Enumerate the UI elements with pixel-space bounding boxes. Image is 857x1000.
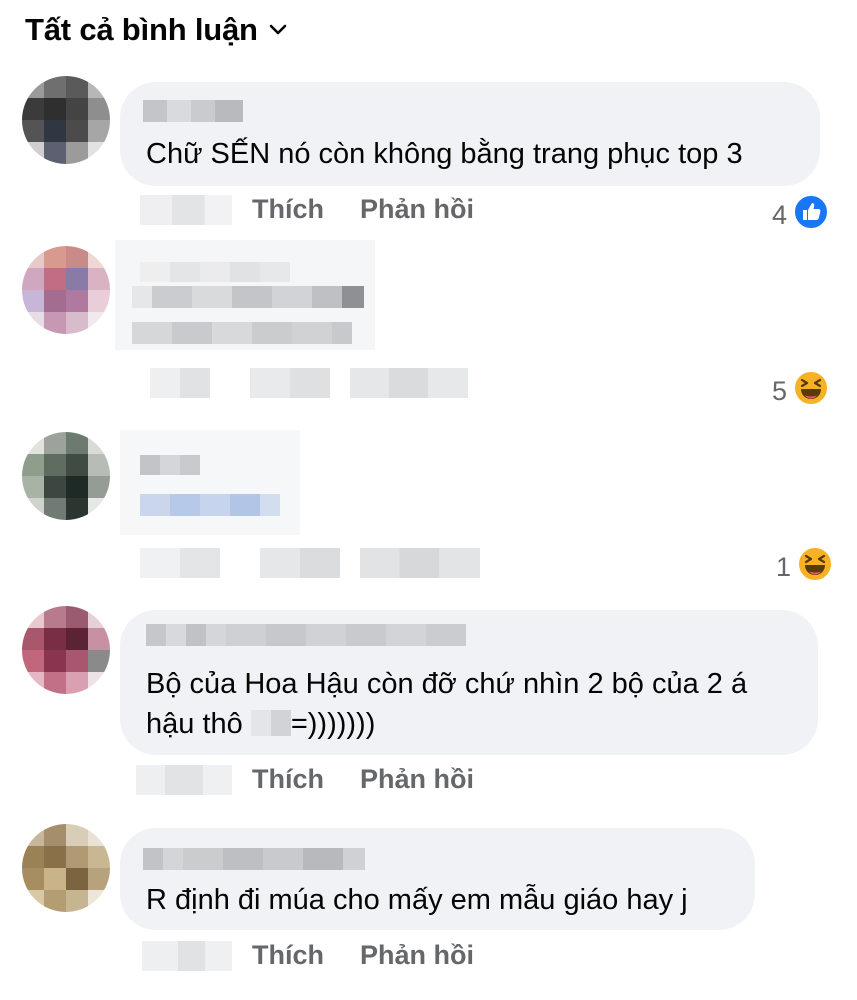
comments-filter-label: Tất cả bình luận <box>25 12 258 47</box>
like-action[interactable]: Thích <box>252 194 324 225</box>
comment-actions: Thích Phản hồi <box>140 194 474 225</box>
reply-action[interactable] <box>350 368 468 398</box>
reply-action[interactable] <box>360 548 480 578</box>
comment-text-suffix: =))))))) <box>290 708 376 740</box>
reaction-count: 4 <box>772 200 788 230</box>
comment-timestamp[interactable] <box>140 194 232 225</box>
reaction-summary[interactable]: 5 <box>772 370 830 413</box>
commenter-name[interactable] <box>143 848 365 870</box>
comment-text-prefix: hậu thô <box>146 708 251 740</box>
commenter-name[interactable] <box>146 624 466 646</box>
comments-section: Tất cả bình luận Chữ SẾN nó còn không bằ… <box>0 0 857 1000</box>
avatar[interactable] <box>22 606 110 694</box>
comment-text <box>132 322 352 344</box>
haha-icon <box>797 546 834 589</box>
comment-text <box>132 286 364 308</box>
like-action[interactable] <box>260 548 340 578</box>
reply-action[interactable]: Phản hồi <box>360 764 474 795</box>
reply-action[interactable]: Phản hồi <box>360 194 474 225</box>
like-icon <box>793 194 830 237</box>
comment-timestamp[interactable] <box>150 368 210 398</box>
reaction-summary[interactable]: 1 <box>776 546 834 589</box>
like-action[interactable] <box>250 368 330 398</box>
reaction-count: 1 <box>776 552 792 582</box>
comment-link-text <box>140 494 280 516</box>
comment-timestamp[interactable] <box>136 764 232 795</box>
comment-actions: Thích Phản hồi <box>142 940 474 971</box>
chevron-down-icon <box>268 23 288 37</box>
comment-text-line: Bộ của Hoa Hậu còn đỡ chứ nhìn 2 bộ của … <box>146 668 748 700</box>
avatar[interactable] <box>22 246 110 334</box>
comment-text: Chữ SẾN nó còn không bằng trang phục top… <box>146 138 743 170</box>
all-comments-filter[interactable]: Tất cả bình luận <box>25 12 288 48</box>
commenter-name[interactable] <box>140 455 200 475</box>
avatar[interactable] <box>22 76 110 164</box>
comment-actions: Thích Phản hồi <box>136 764 474 795</box>
reply-action[interactable]: Phản hồi <box>360 940 474 971</box>
like-action[interactable]: Thích <box>252 764 324 795</box>
redacted-word <box>250 710 291 736</box>
reaction-count: 5 <box>772 376 788 406</box>
comment-timestamp[interactable] <box>140 548 220 578</box>
comment-actions <box>150 368 468 398</box>
commenter-name[interactable] <box>140 262 290 282</box>
comment-bubble <box>120 430 300 535</box>
comment-text: R định đi múa cho mấy em mẫu giáo hay j <box>146 884 688 916</box>
avatar[interactable] <box>22 432 110 520</box>
comment-text-line: hậu thô =))))))) <box>146 704 375 744</box>
comment-timestamp[interactable] <box>142 940 232 971</box>
comment-actions <box>140 548 480 578</box>
haha-icon <box>793 370 830 413</box>
reaction-summary[interactable]: 4 <box>772 194 830 237</box>
commenter-name[interactable] <box>143 100 243 122</box>
avatar[interactable] <box>22 824 110 912</box>
like-action[interactable]: Thích <box>252 940 324 971</box>
